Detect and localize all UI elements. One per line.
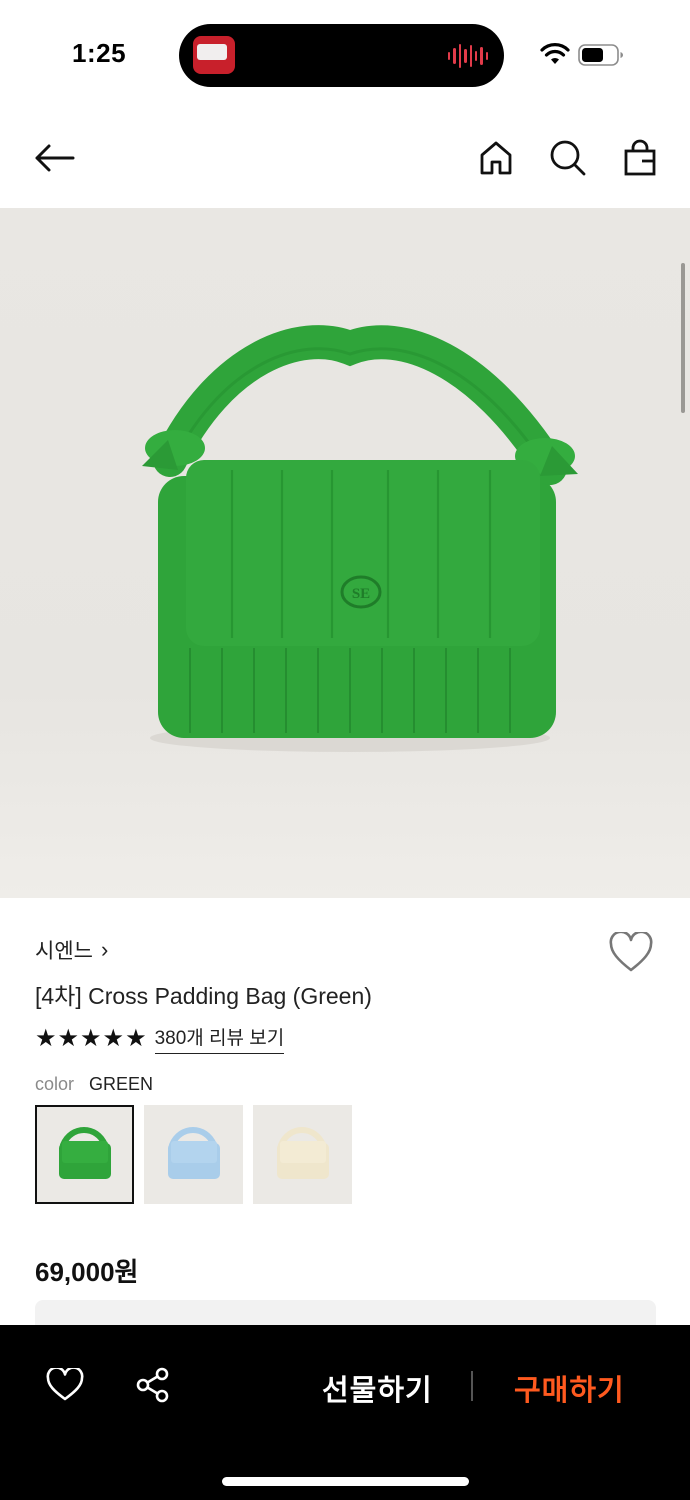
- audio-waveform-icon: [448, 42, 488, 70]
- brand-link[interactable]: 시엔느 ›: [35, 935, 108, 965]
- home-indicator[interactable]: [222, 1477, 469, 1486]
- svg-text:SE: SE: [352, 586, 370, 602]
- rating-stars: ★ ★ ★ ★ ★: [35, 1024, 147, 1052]
- review-link[interactable]: 380개 리뷰 보기: [154, 1023, 285, 1054]
- search-icon: [550, 140, 586, 176]
- heart-icon: [46, 1368, 84, 1401]
- product-photo: SE: [142, 325, 578, 752]
- color-row: color GREEN: [35, 1074, 153, 1095]
- swatch-green[interactable]: [35, 1105, 134, 1204]
- product-price: 69,000원: [35, 1257, 139, 1287]
- app-header: [0, 110, 690, 208]
- chevron-right-icon: ›: [100, 937, 109, 962]
- product-image[interactable]: SE: [0, 208, 690, 898]
- status-time: 1:25: [72, 38, 127, 68]
- now-playing-thumbnail: [193, 36, 235, 74]
- rating-row: ★ ★ ★ ★ ★ 380개 리뷰 보기: [35, 1023, 285, 1054]
- search-button[interactable]: [546, 136, 590, 180]
- bottom-wishlist-button[interactable]: [45, 1365, 85, 1405]
- bag-thumbnail: [277, 1127, 329, 1179]
- color-swatches: [35, 1105, 352, 1204]
- bag-thumbnail: [168, 1127, 220, 1179]
- home-button[interactable]: [474, 136, 518, 180]
- star-icon: ★: [57, 1024, 80, 1052]
- shopping-bag-icon: [624, 139, 656, 176]
- back-button[interactable]: [32, 136, 76, 180]
- bottom-action-bar: 선물하기 구매하기: [0, 1325, 690, 1500]
- star-icon: ★: [80, 1024, 102, 1052]
- divider: [471, 1371, 473, 1401]
- swatch-light-blue[interactable]: [144, 1105, 243, 1204]
- heart-icon: [609, 930, 653, 972]
- share-icon: [136, 1367, 169, 1403]
- buy-button[interactable]: 구매하기: [514, 1367, 625, 1409]
- swatch-cream[interactable]: [253, 1105, 352, 1204]
- status-bar: 1:25: [0, 0, 690, 110]
- product-title: [4차] Cross Padding Bag (Green): [35, 983, 372, 1009]
- battery-icon: [578, 44, 623, 66]
- home-icon: [480, 141, 512, 175]
- share-button[interactable]: [133, 1365, 173, 1405]
- image-scroll-indicator[interactable]: [681, 263, 685, 413]
- wishlist-button[interactable]: [608, 930, 656, 976]
- star-icon: ★: [125, 1024, 147, 1052]
- arrow-left-icon: [35, 144, 75, 172]
- brand-name: 시엔느: [35, 940, 93, 963]
- color-value: GREEN: [89, 1074, 154, 1094]
- star-icon: ★: [35, 1024, 57, 1052]
- bag-thumbnail: [59, 1127, 111, 1179]
- wifi-icon: [540, 43, 570, 64]
- star-icon: ★: [102, 1024, 125, 1052]
- cart-button[interactable]: [618, 136, 662, 180]
- gift-button[interactable]: 선물하기: [322, 1367, 433, 1409]
- color-label: color: [35, 1074, 75, 1094]
- dynamic-island[interactable]: [179, 24, 504, 87]
